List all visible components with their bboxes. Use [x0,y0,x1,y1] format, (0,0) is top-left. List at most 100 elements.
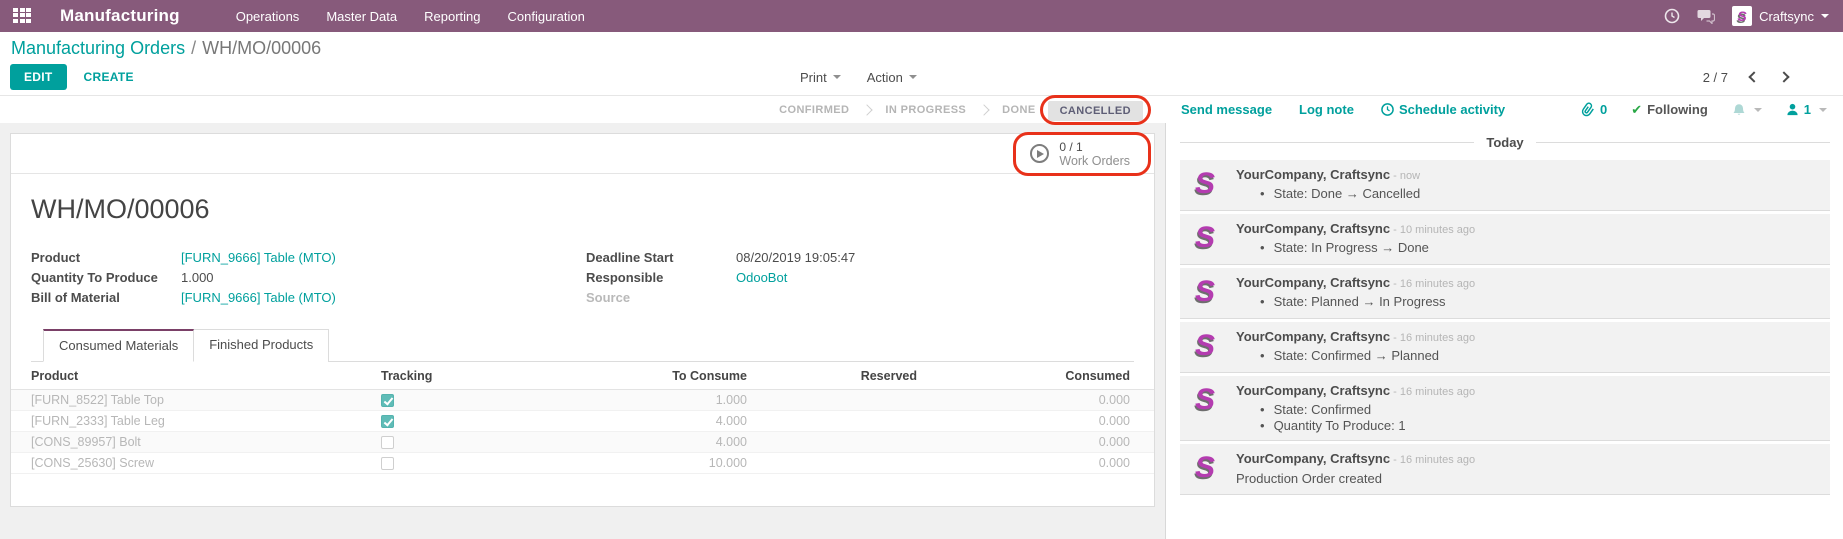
field-value-product[interactable]: [FURN_9666] Table (MTO) [181,250,586,265]
page-title: WH/MO/00006 [31,194,1134,225]
field-group-left: Product [FURN_9666] Table (MTO) Quantity… [31,250,586,305]
log-note-button[interactable]: Log note [1299,102,1354,117]
table-row[interactable]: [CONS_25630] Screw 10.000 0.000 [11,453,1154,474]
field-label-source: Source [586,290,736,305]
apps-grid-icon[interactable] [13,8,34,25]
chevron-down-icon [1754,108,1762,112]
col-header-product: Product [11,367,381,383]
field-value-responsible[interactable]: OdooBot [736,270,855,285]
chatter-message[interactable]: S YourCompany, Craftsync16 minutes ago S… [1180,322,1830,373]
menu-operations[interactable]: Operations [236,9,300,24]
notification-bell-button[interactable] [1732,103,1762,117]
status-in-progress[interactable]: IN PROGRESS [873,100,978,120]
control-panel: EDIT CREATE Print Action 2 / 7 [0,59,1843,96]
table-row[interactable]: [CONS_89957] Bolt 4.000 0.000 [11,432,1154,453]
cell-to-consume: 10.000 [551,456,747,470]
cell-to-consume: 4.000 [551,414,747,428]
message-timestamp: now [1390,170,1420,182]
chatter-message[interactable]: S YourCompany, Craftsyncnow State: Done … [1180,160,1830,211]
work-orders-label: Work Orders [1059,154,1130,168]
chatter-message[interactable]: S YourCompany, Craftsync10 minutes ago S… [1180,214,1830,265]
send-message-button[interactable]: Send message [1181,102,1272,117]
table-header-row: Product Tracking To Consume Reserved Con… [11,362,1154,390]
create-button[interactable]: CREATE [84,70,134,84]
tracking-checkbox[interactable] [381,394,394,407]
work-orders-stat-button[interactable]: 0 / 1 Work Orders [1020,138,1144,170]
status-separator [862,104,873,115]
avatar: S [1186,165,1224,203]
message-author: YourCompany, Craftsync [1236,275,1390,290]
message-text: Production Order created [1236,471,1475,486]
chatter-message[interactable]: S YourCompany, Craftsync16 minutes ago P… [1180,444,1830,495]
avatar: S [1186,327,1224,365]
cell-product: [CONS_89957] Bolt [11,435,381,449]
field-value-bom[interactable]: [FURN_9666] Table (MTO) [181,290,586,305]
chevron-down-icon [833,75,841,79]
consumed-materials-table: Product Tracking To Consume Reserved Con… [11,362,1154,474]
tracking-checkbox[interactable] [381,415,394,428]
chatter-message[interactable]: S YourCompany, Craftsync16 minutes ago S… [1180,268,1830,319]
message-bullet: State: Confirmed → Planned [1236,348,1475,363]
avatar: S [1186,381,1224,419]
message-timestamp: 16 minutes ago [1390,386,1475,398]
tracking-checkbox[interactable] [381,457,394,470]
col-header-to-consume: To Consume [551,367,747,383]
followers-button[interactable]: 1 [1786,102,1827,117]
tracking-checkbox[interactable] [381,436,394,449]
statusbar-row: CONFIRMED IN PROGRESS DONE CANCELLED Sen… [0,96,1843,123]
menu-configuration[interactable]: Configuration [508,9,585,24]
schedule-activity-button[interactable]: Schedule activity [1381,102,1505,117]
date-divider-label: Today [1486,135,1523,150]
field-label-responsible: Responsible [586,270,736,285]
breadcrumb-parent[interactable]: Manufacturing Orders [11,38,185,59]
person-icon [1786,103,1799,116]
status-separator [979,104,990,115]
cell-consumed: 0.000 [917,414,1154,428]
chatter-message[interactable]: S YourCompany, Craftsync16 minutes ago S… [1180,376,1830,441]
tab-consumed-materials[interactable]: Consumed Materials [43,329,194,362]
statusbar: CONFIRMED IN PROGRESS DONE CANCELLED [0,100,1165,120]
field-value-quantity: 1.000 [181,270,586,285]
status-confirmed[interactable]: CONFIRMED [767,100,861,120]
print-dropdown[interactable]: Print [800,70,841,85]
pager-previous-icon[interactable] [1748,71,1759,82]
field-label-bom: Bill of Material [31,290,181,305]
cell-product: [FURN_8522] Table Top [11,393,381,407]
menu-reporting[interactable]: Reporting [424,9,480,24]
field-value-deadline: 08/20/2019 19:05:47 [736,250,855,265]
table-row[interactable]: [FURN_2333] Table Leg 4.000 0.000 [11,411,1154,432]
action-dropdown[interactable]: Action [867,70,917,85]
paperclip-icon [1581,102,1595,117]
main-menu: Operations Master Data Reporting Configu… [236,9,585,24]
notebook-tabs: Consumed Materials Finished Products [31,329,1134,362]
cell-consumed: 0.000 [917,393,1154,407]
date-divider: Today [1180,135,1830,150]
user-menu[interactable]: S Craftsync [1732,6,1829,26]
pager-next-icon[interactable] [1778,71,1789,82]
col-header-consumed: Consumed [917,367,1154,383]
messages-chat-icon[interactable] [1697,9,1715,24]
field-value-source [736,290,855,305]
pager-counter: 2 / 7 [1703,70,1728,85]
chatter-toolbar: Send message Log note Schedule activity … [1165,102,1843,118]
message-author: YourCompany, Craftsync [1236,329,1390,344]
message-timestamp: 10 minutes ago [1390,224,1475,236]
menu-master-data[interactable]: Master Data [326,9,397,24]
cell-product: [CONS_25630] Screw [11,456,381,470]
form-sheet: 0 / 1 Work Orders WH/MO/00006 Product [F… [10,133,1155,507]
user-avatar: S [1732,6,1752,26]
following-toggle[interactable]: ✔ Following [1631,102,1708,118]
status-cancelled[interactable]: CANCELLED [1048,101,1143,121]
avatar: S [1186,219,1224,257]
table-row[interactable]: [FURN_8522] Table Top 1.000 0.000 [11,390,1154,411]
tab-finished-products[interactable]: Finished Products [194,329,329,362]
breadcrumb-separator: / [191,38,196,59]
attachments-button[interactable]: 0 [1581,102,1607,117]
edit-button[interactable]: EDIT [10,64,67,90]
status-done[interactable]: DONE [990,100,1047,120]
avatar: S [1186,449,1224,487]
field-group-right: Deadline Start 08/20/2019 19:05:47 Respo… [586,250,855,305]
activities-clock-icon[interactable] [1664,8,1680,24]
chevron-down-icon [1821,14,1829,18]
app-title[interactable]: Manufacturing [60,6,180,26]
